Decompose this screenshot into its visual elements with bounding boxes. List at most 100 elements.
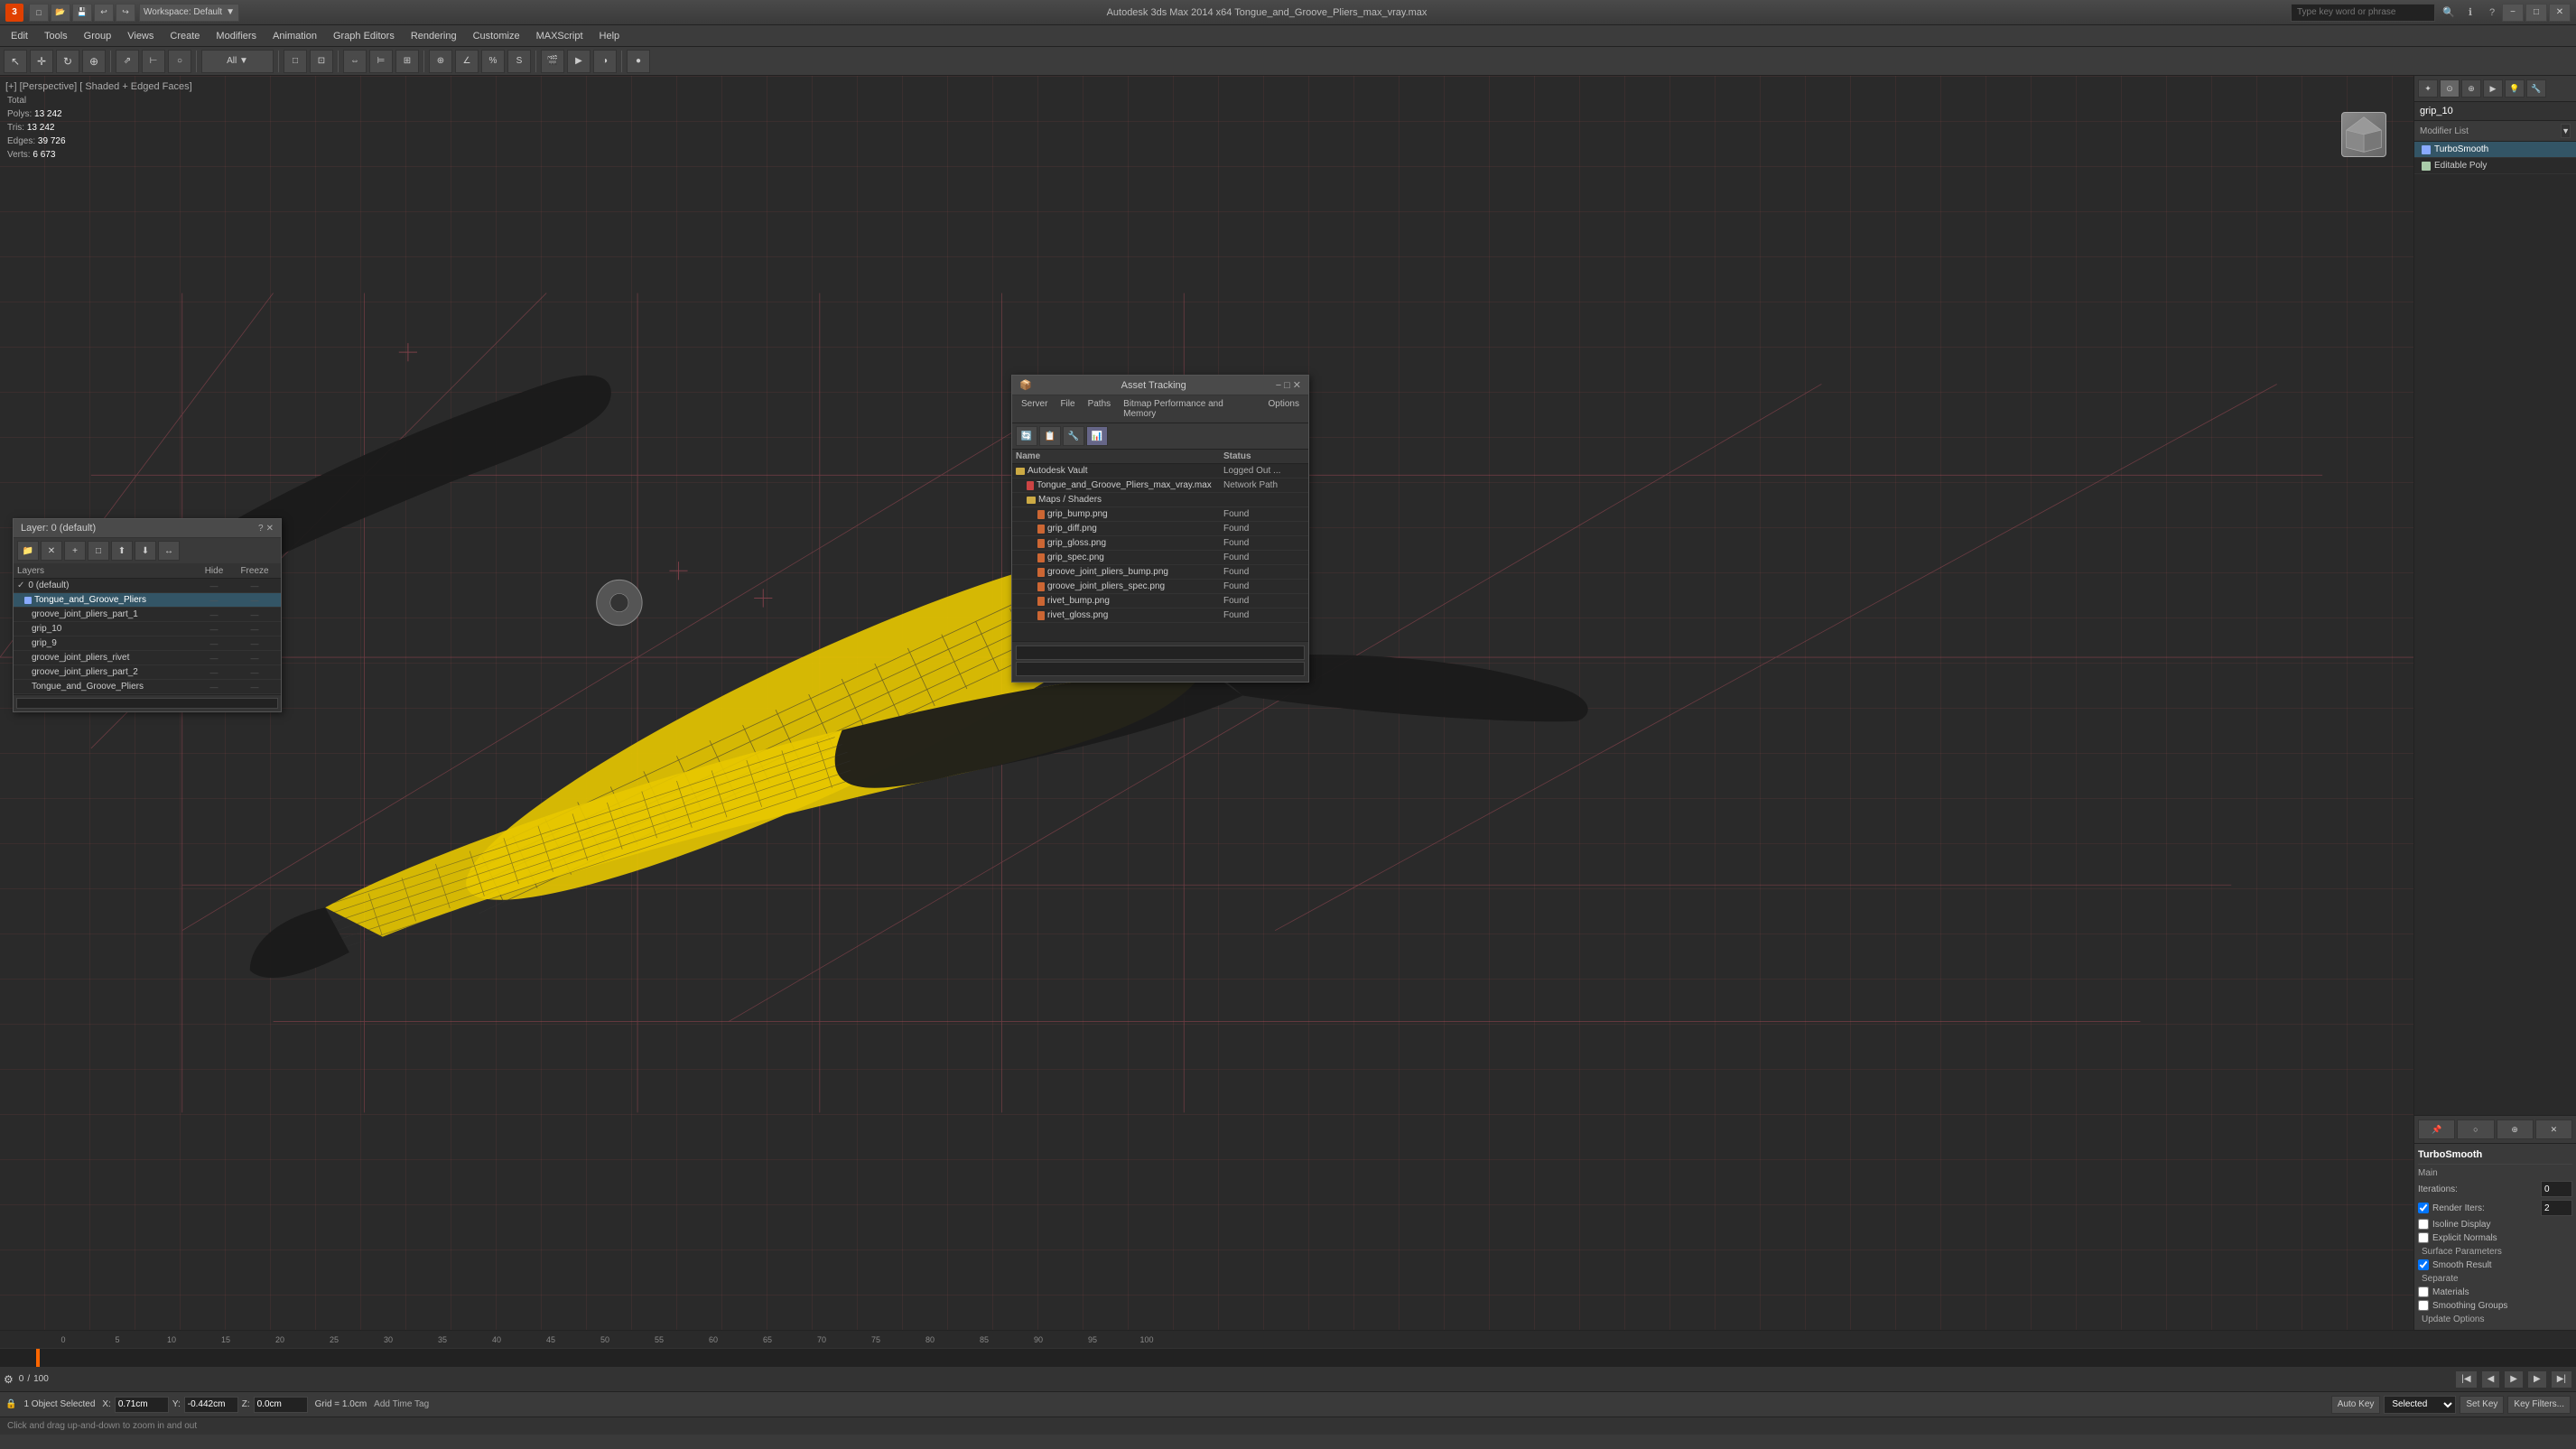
isoline-checkbox[interactable]: [2418, 1219, 2429, 1230]
create-tab-btn[interactable]: ✦: [2418, 79, 2438, 98]
layer-item[interactable]: groove_joint_pliers_part_2 — —: [14, 665, 281, 680]
asset-menu-bitmap[interactable]: Bitmap Performance and Memory: [1118, 397, 1260, 421]
snap-btn[interactable]: ⊕: [429, 50, 452, 73]
material-editor-btn[interactable]: ●: [627, 50, 650, 73]
make-unique-btn[interactable]: ⊕: [2497, 1119, 2534, 1139]
utilities-tab-btn[interactable]: 🔧: [2526, 79, 2546, 98]
minimize-button[interactable]: −: [2502, 4, 2524, 22]
redo-btn[interactable]: ↪: [116, 4, 135, 22]
mirror-btn[interactable]: ⇔: [343, 50, 367, 73]
smooth-result-checkbox[interactable]: [2418, 1259, 2429, 1270]
asset-menu-server[interactable]: Server: [1016, 397, 1053, 421]
asset-row[interactable]: rivet_bump.png Found: [1012, 594, 1308, 608]
modifier-list-dropdown[interactable]: ▼: [2561, 124, 2571, 138]
asset-close-btn[interactable]: ✕: [1293, 379, 1301, 391]
add-time-tag-btn[interactable]: Add Time Tag: [374, 1399, 429, 1409]
percent-snap-btn[interactable]: %: [481, 50, 505, 73]
layer-tool-3[interactable]: +: [64, 541, 86, 561]
modifier-turbosmooth[interactable]: TurboSmooth: [2414, 142, 2576, 158]
window-crossing-btn[interactable]: ⊡: [310, 50, 333, 73]
prev-frame-btn[interactable]: ◀: [2481, 1370, 2501, 1389]
asset-tool-2[interactable]: 📋: [1039, 426, 1061, 446]
scale-btn[interactable]: ⊕: [82, 50, 106, 73]
frame-bar[interactable]: [0, 1348, 2576, 1366]
search-input[interactable]: [2291, 4, 2435, 22]
layer-item[interactable]: grip_10 — —: [14, 622, 281, 636]
layer-tool-5[interactable]: ⬆: [111, 541, 133, 561]
info-icon-btn[interactable]: ℹ: [2460, 4, 2480, 22]
asset-row[interactable]: Tongue_and_Groove_Pliers_max_vray.max Ne…: [1012, 478, 1308, 493]
workspace-dropdown[interactable]: Workspace: Default ▼: [139, 4, 239, 22]
render-setup-btn[interactable]: 🎬: [541, 50, 564, 73]
layer-item[interactable]: groove_joint_pliers_part_1 — —: [14, 608, 281, 622]
asset-tool-3[interactable]: 🔧: [1063, 426, 1084, 446]
save-btn[interactable]: 💾: [72, 4, 92, 22]
link-btn[interactable]: ⇗: [116, 50, 139, 73]
remove-modifier-btn[interactable]: ✕: [2535, 1119, 2572, 1139]
orientation-cube[interactable]: [2341, 112, 2395, 166]
move-btn[interactable]: ✛: [30, 50, 53, 73]
menu-create[interactable]: Create: [163, 26, 207, 46]
menu-animation[interactable]: Animation: [265, 26, 324, 46]
menu-tools[interactable]: Tools: [37, 26, 75, 46]
menu-customize[interactable]: Customize: [466, 26, 527, 46]
select-filter-btn[interactable]: All ▼: [201, 50, 274, 73]
asset-menu-file[interactable]: File: [1055, 397, 1080, 421]
unlink-btn[interactable]: ⊢: [142, 50, 165, 73]
layer-item[interactable]: groove_joint_pliers_rivet — —: [14, 651, 281, 665]
layer-tool-4[interactable]: □: [88, 541, 109, 561]
layer-panel-close-btn[interactable]: ✕: [266, 524, 274, 534]
open-btn[interactable]: 📂: [51, 4, 70, 22]
asset-row[interactable]: Maps / Shaders: [1012, 493, 1308, 507]
asset-menu-options[interactable]: Options: [1263, 397, 1305, 421]
render-btn[interactable]: ▶: [567, 50, 591, 73]
layer-panel-help-btn[interactable]: ?: [258, 524, 264, 534]
layer-item[interactable]: ✓ 0 (default) — —: [14, 579, 281, 593]
close-button[interactable]: ✕: [2549, 4, 2571, 22]
time-config-icon[interactable]: ⚙: [4, 1373, 14, 1386]
materials-checkbox[interactable]: [2418, 1286, 2429, 1297]
asset-row[interactable]: groove_joint_pliers_spec.png Found: [1012, 580, 1308, 594]
menu-modifiers[interactable]: Modifiers: [209, 26, 264, 46]
layer-item[interactable]: Tongue_and_Groove_Pliers — —: [14, 680, 281, 694]
auto-key-btn[interactable]: Auto Key: [2331, 1396, 2381, 1414]
layer-item[interactable]: Tongue_and_Groove_Pliers — —: [14, 593, 281, 608]
asset-row[interactable]: rivet_gloss.png Found: [1012, 608, 1308, 623]
asset-menu-paths[interactable]: Paths: [1083, 397, 1117, 421]
x-input[interactable]: [115, 1397, 169, 1413]
asset-min-btn[interactable]: −: [1276, 379, 1281, 391]
asset-tool-1[interactable]: 🔄: [1016, 426, 1037, 446]
smoothing-groups-checkbox[interactable]: [2418, 1300, 2429, 1311]
search-icon-btn[interactable]: 🔍: [2439, 4, 2459, 22]
layer-tool-2[interactable]: ✕: [41, 541, 62, 561]
display-tab-btn[interactable]: 💡: [2505, 79, 2525, 98]
menu-help[interactable]: Help: [592, 26, 628, 46]
motion-tab-btn[interactable]: ▶: [2483, 79, 2503, 98]
select-region-btn[interactable]: □: [284, 50, 307, 73]
key-filters-btn[interactable]: Key Filters...: [2507, 1396, 2571, 1414]
menu-views[interactable]: Views: [120, 26, 161, 46]
undo-btn[interactable]: ↩: [94, 4, 114, 22]
iterations-input[interactable]: [2541, 1181, 2572, 1197]
set-key-btn[interactable]: Set Key: [2460, 1396, 2504, 1414]
viewport[interactable]: [+] [Perspective] [ Shaded + Edged Faces…: [0, 76, 2413, 1330]
layer-tool-1[interactable]: 📁: [17, 541, 39, 561]
activeshade-btn[interactable]: ◑: [593, 50, 617, 73]
bind-btn[interactable]: ○: [168, 50, 191, 73]
go-end-btn[interactable]: ▶|: [2551, 1370, 2572, 1389]
asset-row[interactable]: grip_gloss.png Found: [1012, 536, 1308, 551]
asset-row[interactable]: Autodesk Vault Logged Out ...: [1012, 464, 1308, 478]
new-btn[interactable]: □: [29, 4, 49, 22]
show-end-result-btn[interactable]: ○: [2457, 1119, 2494, 1139]
maximize-button[interactable]: □: [2525, 4, 2547, 22]
select-btn[interactable]: ↖: [4, 50, 27, 73]
menu-graph-editors[interactable]: Graph Editors: [326, 26, 402, 46]
menu-rendering[interactable]: Rendering: [404, 26, 464, 46]
spinner-snap-btn[interactable]: S: [507, 50, 531, 73]
asset-row[interactable]: groove_joint_pliers_bump.png Found: [1012, 565, 1308, 580]
pin-stack-btn[interactable]: 📌: [2418, 1119, 2455, 1139]
asset-tool-4[interactable]: 📊: [1086, 426, 1108, 446]
key-mode-select[interactable]: Selected: [2384, 1396, 2456, 1414]
menu-group[interactable]: Group: [77, 26, 119, 46]
asset-max-btn[interactable]: □: [1284, 379, 1290, 391]
